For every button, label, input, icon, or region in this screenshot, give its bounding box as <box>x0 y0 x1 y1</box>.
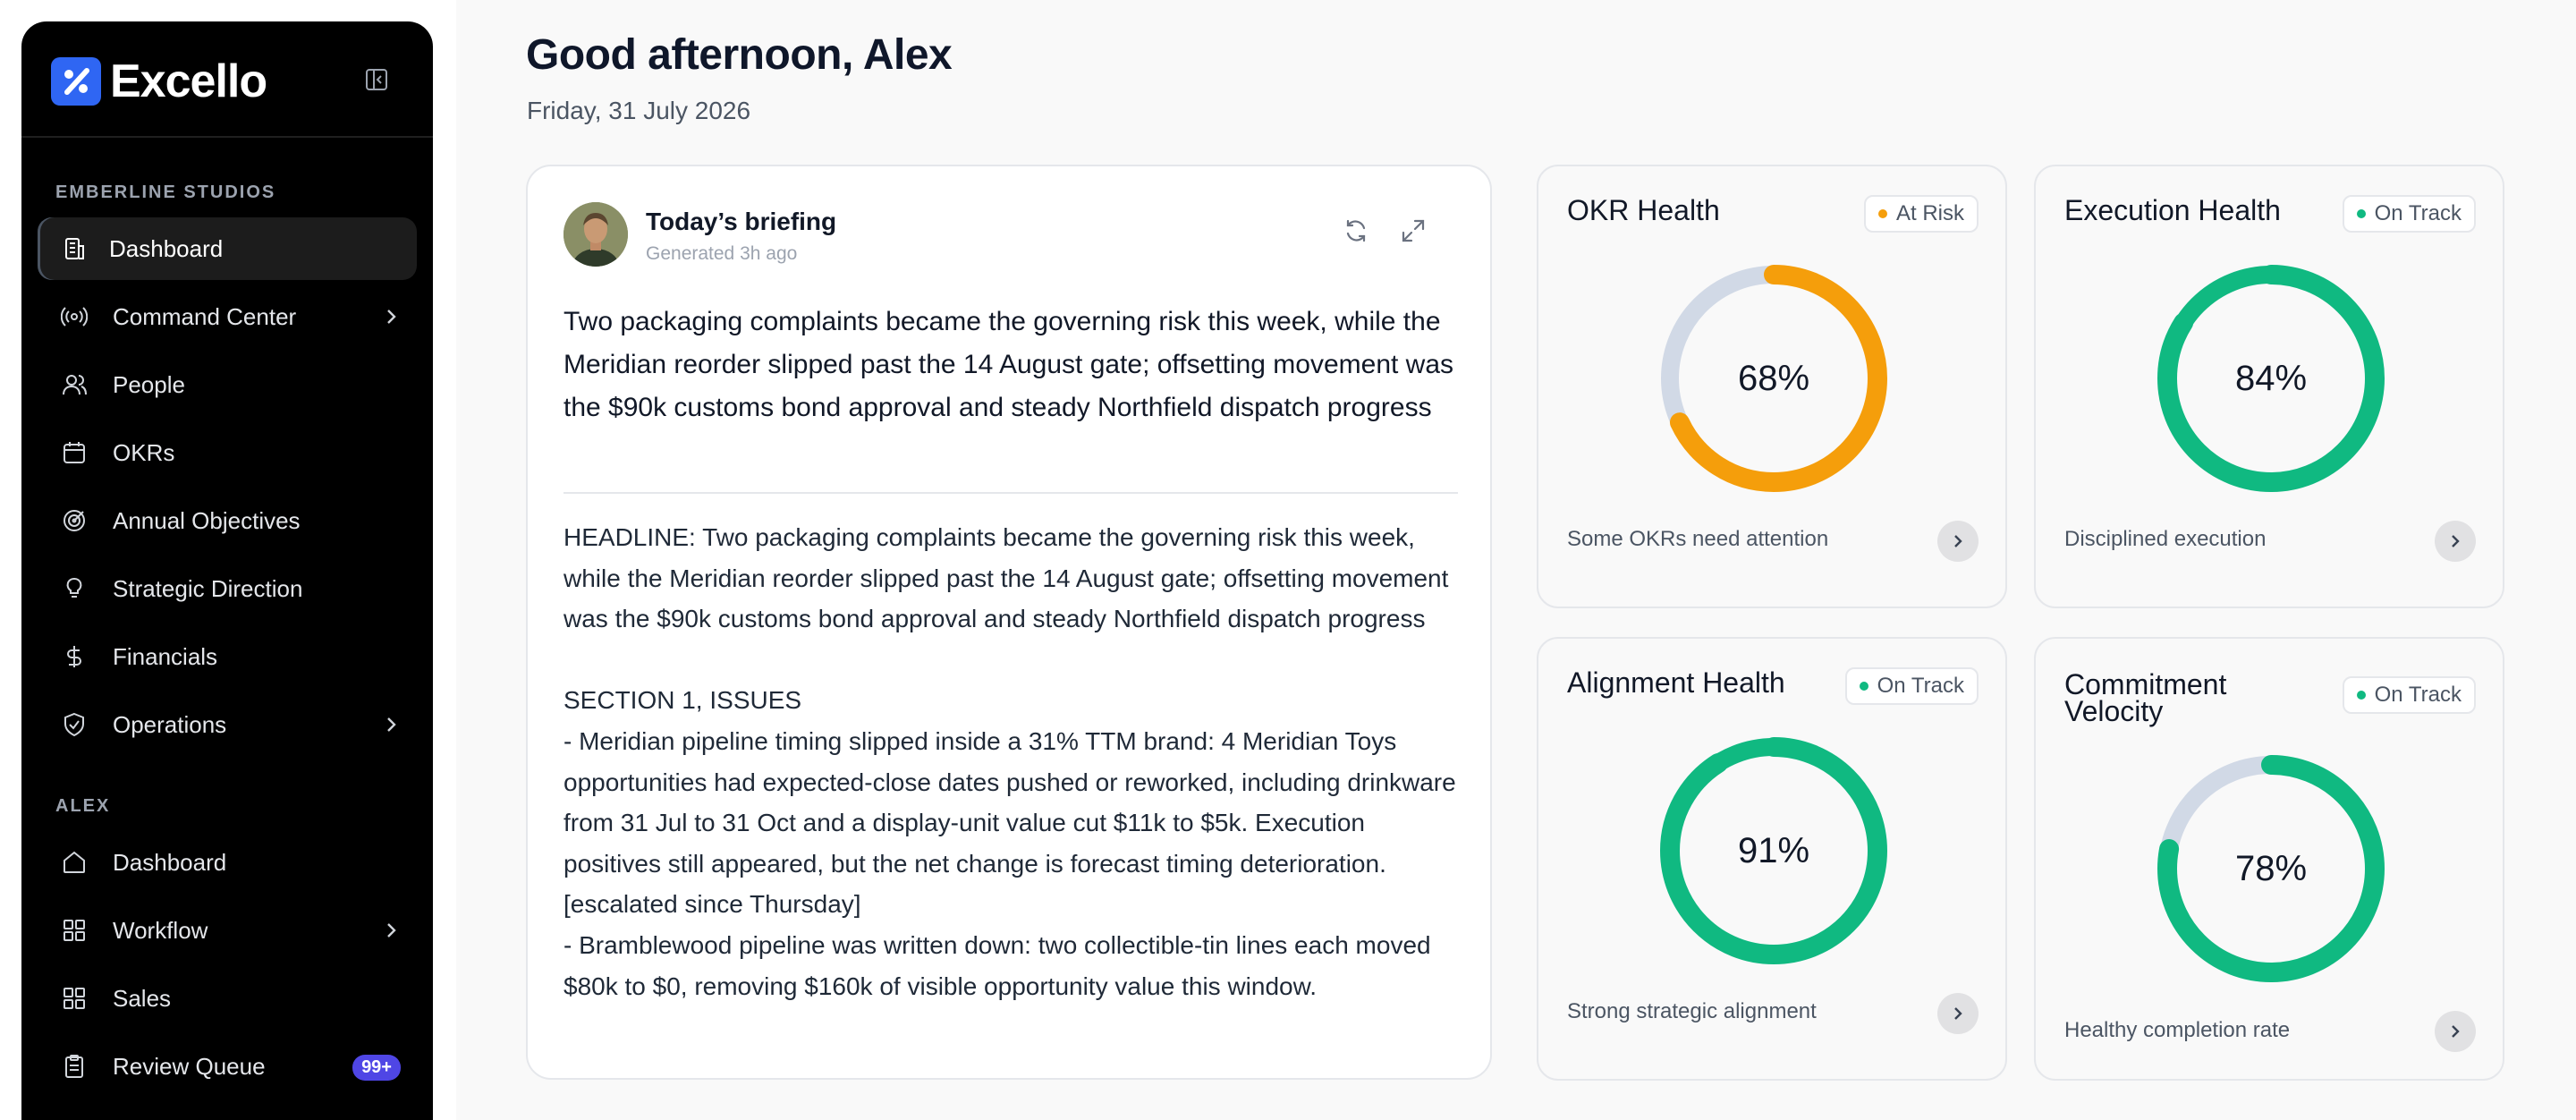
briefing-card: Today’s briefing Generated 3h ago Two pa… <box>526 165 1492 1080</box>
sidebar-item-label: Annual Objectives <box>113 506 301 534</box>
execution-health-card[interactable]: Execution Health On Track 84% Discipline… <box>2034 165 2504 608</box>
sidebar-item-label: OKRs <box>113 438 175 466</box>
dollar-icon <box>59 641 89 672</box>
main-content: Good afternoon, Alex Friday, 31 July 202… <box>456 0 2576 1120</box>
status-badge: At Risk <box>1863 195 1979 233</box>
refresh-icon[interactable] <box>1338 213 1374 249</box>
current-date: Friday, 31 July 2026 <box>527 97 751 124</box>
card-title: Execution Health <box>2064 194 2281 226</box>
sidebar-item-people[interactable]: People <box>38 353 417 416</box>
card-title: OKR Health <box>1567 194 1720 226</box>
status-badge: On Track <box>1844 667 1979 705</box>
card-caption: Healthy completion rate <box>2064 1018 2291 1042</box>
ring-value: 78% <box>2234 848 2308 888</box>
sidebar-item-my-dashboard[interactable]: Dashboard <box>38 831 417 894</box>
sidebar-item-dashboard[interactable]: Dashboard <box>38 217 417 280</box>
okr-health-card[interactable]: OKR Health At Risk 68% Some OKRs need at… <box>1537 165 2007 608</box>
ring-value: 84% <box>2234 358 2308 398</box>
excello-logo-icon <box>51 57 101 106</box>
status-dot-icon <box>2356 209 2366 218</box>
expand-icon[interactable] <box>1395 213 1431 249</box>
chevron-right-icon[interactable] <box>1937 521 1979 562</box>
clipboard-icon <box>59 1051 89 1082</box>
card-caption: Disciplined execution <box>2064 527 2267 551</box>
status-badge: On Track <box>2342 195 2476 233</box>
sidebar-item-label: Dashboard <box>109 234 224 262</box>
grid-icon <box>59 983 89 1014</box>
status-dot-icon <box>1859 682 1868 691</box>
commitment-velocity-card[interactable]: Commitment Velocity On Track 78% Healthy… <box>2034 637 2504 1081</box>
status-label: On Track <box>1877 674 1964 698</box>
calendar-icon <box>59 437 89 468</box>
workspace-section-label: EMBERLINE STUDIOS <box>55 182 276 202</box>
chevron-right-icon[interactable] <box>1937 993 1979 1034</box>
sidebar-item-label: Financials <box>113 642 218 670</box>
card-caption: Some OKRs need attention <box>1567 527 1829 551</box>
chevron-right-icon <box>387 923 396 938</box>
status-dot-icon <box>2356 691 2366 700</box>
card-title: Alignment Health <box>1567 666 1785 699</box>
status-label: On Track <box>2374 201 2462 225</box>
sidebar-item-label: People <box>113 370 185 398</box>
sidebar-item-review-queue[interactable]: Review Queue 99+ <box>38 1035 417 1098</box>
home-icon <box>59 847 89 878</box>
user-section-label: ALEX <box>55 796 111 816</box>
ring-value: 68% <box>1737 358 1810 398</box>
sidebar-item-command-center[interactable]: Command Center <box>38 285 417 348</box>
collapse-sidebar-icon[interactable] <box>361 64 392 95</box>
sidebar-item-annual-objectives[interactable]: Annual Objectives <box>38 489 417 552</box>
sidebar-item-label: Strategic Direction <box>113 574 303 602</box>
sidebar: Excello EMBERLINE STUDIOS Dashboard Comm… <box>21 21 433 1120</box>
sidebar-item-workflow[interactable]: Workflow <box>38 899 417 962</box>
avatar <box>564 202 628 267</box>
briefing-body: HEADLINE: Two packaging complaints becam… <box>564 523 1456 1000</box>
card-caption: Strong strategic alignment <box>1567 999 1817 1023</box>
briefing-divider <box>564 492 1458 494</box>
building-icon <box>59 233 89 264</box>
chevron-right-icon[interactable] <box>2435 521 2476 562</box>
status-label: At Risk <box>1895 201 1964 225</box>
card-title: Commitment Velocity <box>2064 668 2227 727</box>
sidebar-item-sales[interactable]: Sales <box>38 967 417 1030</box>
sidebar-item-label: Dashboard <box>113 848 227 876</box>
chevron-right-icon <box>387 310 396 324</box>
review-queue-count-badge: 99+ <box>352 1055 401 1081</box>
alignment-health-card[interactable]: Alignment Health On Track 91% Strong str… <box>1537 637 2007 1081</box>
briefing-headline: Two packaging complaints became the gove… <box>564 307 1454 422</box>
target-icon <box>59 505 89 536</box>
sidebar-item-label: Command Center <box>113 302 297 330</box>
sidebar-item-financials[interactable]: Financials <box>38 625 417 688</box>
sidebar-item-strategic-direction[interactable]: Strategic Direction <box>38 557 417 620</box>
sidebar-divider <box>21 136 433 138</box>
grid-icon <box>59 915 89 946</box>
briefing-generated-time: Generated 3h ago <box>646 243 798 264</box>
sidebar-item-label: Sales <box>113 984 172 1012</box>
shield-check-icon <box>59 709 89 740</box>
status-badge: On Track <box>2342 676 2476 714</box>
sidebar-item-label: Operations <box>113 710 227 738</box>
briefing-title: Today’s briefing <box>646 208 837 235</box>
broadcast-icon <box>59 301 89 332</box>
sidebar-item-label: Review Queue <box>113 1052 266 1080</box>
sidebar-item-okrs[interactable]: OKRs <box>38 421 417 484</box>
brand-name: Excello <box>110 55 267 107</box>
chevron-right-icon <box>387 717 396 732</box>
status-label: On Track <box>2374 683 2462 707</box>
users-icon <box>59 369 89 400</box>
chevron-right-icon[interactable] <box>2435 1011 2476 1052</box>
status-dot-icon <box>1877 209 1887 218</box>
brand[interactable]: Excello <box>51 55 267 108</box>
ring-value: 91% <box>1737 830 1810 870</box>
sidebar-item-label: Workflow <box>113 916 208 944</box>
lightbulb-icon <box>59 573 89 604</box>
sidebar-item-operations[interactable]: Operations <box>38 693 417 756</box>
page-title: Good afternoon, Alex <box>526 31 953 79</box>
